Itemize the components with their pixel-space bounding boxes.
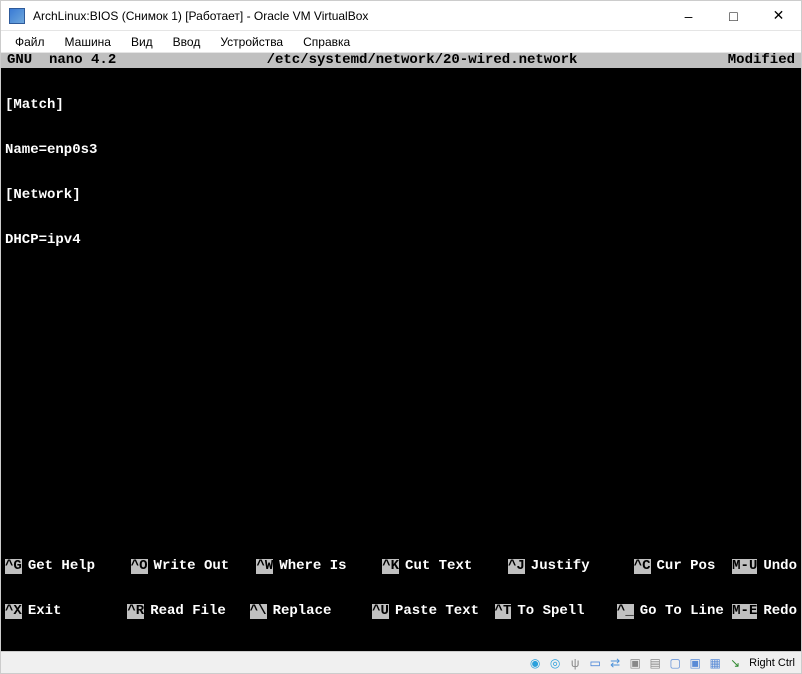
window-titlebar: ArchLinux:BIOS (Снимок 1) [Работает] - O… xyxy=(1,1,801,31)
vm-display[interactable]: GNU nano 4.2 /etc/systemd/network/20-wir… xyxy=(1,53,801,651)
shortcut-write-out: ^OWrite Out xyxy=(131,559,257,574)
editor-line: DHCP=ipv4 xyxy=(5,233,797,248)
mouse-integration-icon[interactable]: ↘ xyxy=(727,655,743,671)
menu-bar: Файл Машина Вид Ввод Устройства Справка xyxy=(1,31,801,53)
menu-input[interactable]: Ввод xyxy=(165,33,209,51)
nano-version: GNU nano 4.2 xyxy=(7,53,116,68)
shortcut-exit: ^XExit xyxy=(5,604,127,619)
shortcut-go-to-line-redo: ^_Go To Line M-ERedo xyxy=(617,604,797,619)
network-icon[interactable]: ⇄ xyxy=(607,655,623,671)
menu-devices[interactable]: Устройства xyxy=(212,33,291,51)
shortcut-read-file: ^RRead File xyxy=(127,604,249,619)
nano-shortcut-bar: ^GGet Help ^OWrite Out ^WWhere Is ^KCut … xyxy=(1,529,801,651)
editor-line: [Network] xyxy=(5,188,797,203)
shared-folder-icon[interactable]: ▭ xyxy=(587,655,603,671)
shortcut-cut-text: ^KCut Text xyxy=(382,559,508,574)
nano-filename: /etc/systemd/network/20-wired.network xyxy=(116,53,728,68)
shortcut-get-help: ^GGet Help xyxy=(5,559,131,574)
menu-view[interactable]: Вид xyxy=(123,33,161,51)
shortcut-replace: ^\Replace xyxy=(250,604,372,619)
optical-drive-icon[interactable]: ◎ xyxy=(547,655,563,671)
shortcut-justify: ^JJustify xyxy=(508,559,634,574)
nano-modified: Modified xyxy=(728,53,795,68)
editor-line: [Match] xyxy=(5,98,797,113)
vm-status-bar: ◉ ◎ ψ ▭ ⇄ ▣ ▤ ▢ ▣ ▦ ↘ Right Ctrl xyxy=(1,651,801,673)
window-title: ArchLinux:BIOS (Снимок 1) [Работает] - O… xyxy=(31,9,666,23)
minimize-button[interactable]: – xyxy=(666,1,711,31)
nano-title-bar: GNU nano 4.2 /etc/systemd/network/20-wir… xyxy=(1,53,801,68)
shortcut-where-is: ^WWhere Is xyxy=(256,559,382,574)
nano-editor-body[interactable]: [Match] Name=enp0s3 [Network] DHCP=ipv4 xyxy=(1,68,801,529)
clipboard-icon[interactable]: ▤ xyxy=(647,655,663,671)
usb-icon[interactable]: ψ xyxy=(567,655,583,671)
menu-file[interactable]: Файл xyxy=(7,33,53,51)
shortcut-to-spell: ^TTo Spell xyxy=(495,604,617,619)
host-key-indicator[interactable]: Right Ctrl xyxy=(747,657,795,669)
recording-icon[interactable]: ▣ xyxy=(687,655,703,671)
menu-machine[interactable]: Машина xyxy=(57,33,119,51)
menu-help[interactable]: Справка xyxy=(295,33,358,51)
display-icon[interactable]: ▣ xyxy=(627,655,643,671)
audio-icon[interactable]: ▢ xyxy=(667,655,683,671)
hard-disk-icon[interactable]: ◉ xyxy=(527,655,543,671)
shortcut-cur-pos-undo: ^CCur Pos M-UUndo xyxy=(634,559,797,574)
app-icon xyxy=(9,8,25,24)
editor-line: Name=enp0s3 xyxy=(5,143,797,158)
maximize-button[interactable]: □ xyxy=(711,1,756,31)
close-button[interactable]: ✕ xyxy=(756,1,801,31)
cpu-icon[interactable]: ▦ xyxy=(707,655,723,671)
shortcut-paste-text: ^UPaste Text xyxy=(372,604,494,619)
